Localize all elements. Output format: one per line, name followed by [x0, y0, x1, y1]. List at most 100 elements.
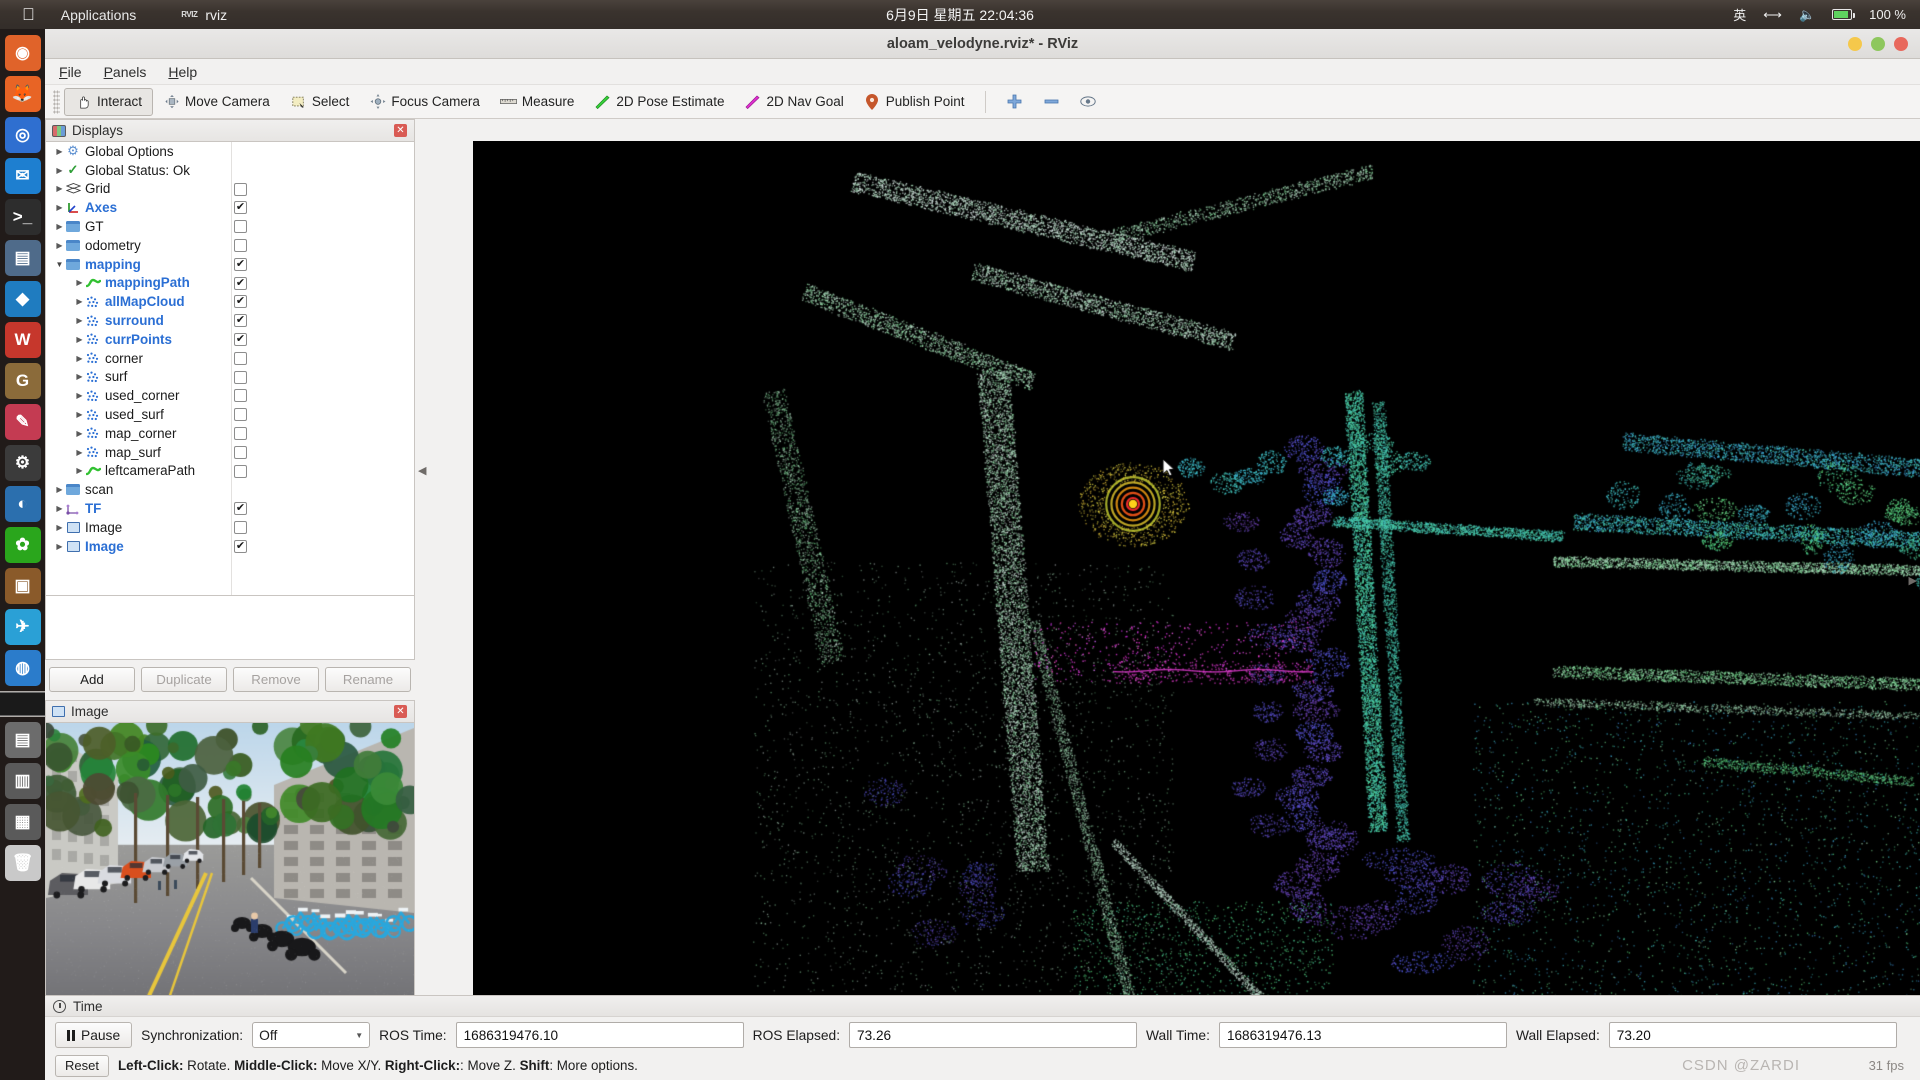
ros-time-field[interactable]: 1686319476.10 — [455, 1022, 744, 1048]
close-icon[interactable]: ✕ — [394, 705, 407, 718]
display-enable-checkbox[interactable] — [234, 520, 247, 534]
display-item-odometry-group[interactable]: ▶ odometry — [46, 236, 414, 255]
chevron-right-icon[interactable]: ▶ — [54, 203, 65, 212]
displays-tree[interactable]: ▶ ⚙ Global Options ▶ ✓ Global Status: Ok ▶ Grid… — [45, 141, 415, 596]
pause-button[interactable]: Pause — [55, 1022, 133, 1048]
tool-interact[interactable]: Interact — [64, 87, 154, 116]
wall-time-field[interactable]: 1686319476.13 — [1218, 1022, 1507, 1048]
chevron-right-icon[interactable]: ▶ — [54, 166, 65, 175]
display-enable-checkbox[interactable] — [234, 182, 247, 196]
close-icon[interactable]: ✕ — [394, 124, 407, 137]
camera-image-view[interactable] — [45, 722, 415, 1014]
display-enable-checkbox[interactable]: ✔ — [234, 539, 247, 553]
launcher-item-krita[interactable]: ✎ — [4, 404, 41, 440]
launcher-item-scanner[interactable]: ▦ — [4, 804, 41, 840]
chevron-right-icon[interactable]: ▶ — [54, 241, 65, 250]
chevron-right-icon[interactable]: ▶ — [54, 184, 65, 193]
launcher-item-trash[interactable]: 🗑 — [4, 845, 41, 881]
launcher-item-gimp[interactable]: G — [4, 363, 41, 399]
launcher-item-printer[interactable]: ▥ — [4, 763, 41, 799]
display-item-global-status[interactable]: ▶ ✓ Global Status: Ok — [46, 161, 414, 180]
launcher-item-archive-manager[interactable]: ▤ — [4, 722, 41, 758]
display-enable-checkbox[interactable] — [234, 408, 247, 422]
menu-file[interactable]: File — [59, 64, 82, 80]
display-item-image-2[interactable]: ▶ Image ✔ — [46, 537, 414, 556]
display-item-scan-group[interactable]: ▶ scan — [46, 480, 414, 499]
display-enable-checkbox[interactable] — [234, 238, 247, 252]
display-item-map-surf[interactable]: ▶ map_surf — [46, 443, 414, 462]
chevron-right-icon[interactable]: ▶ — [74, 466, 85, 475]
launcher-item-files[interactable]: ▤ — [4, 240, 41, 276]
tool-2d-nav-goal[interactable]: 2D Nav Goal — [734, 88, 853, 116]
applications-menu[interactable]: Applications — [61, 7, 137, 23]
launcher-item-firefox[interactable]: 🦊 — [4, 76, 41, 112]
chevron-right-icon[interactable]: ▶ — [74, 410, 85, 419]
launcher-item-settings[interactable]: ⚙ — [4, 445, 41, 481]
display-item-leftcamera-path[interactable]: ▶ leftcameraPath — [46, 462, 414, 481]
minimize-button[interactable] — [1848, 36, 1862, 51]
wall-elapsed-field[interactable]: 73.20 — [1608, 1022, 1897, 1048]
display-item-grid[interactable]: ▶ Grid — [46, 180, 414, 199]
chevron-down-icon[interactable]: ▼ — [54, 260, 65, 269]
chevron-right-icon[interactable]: ▶ — [54, 485, 65, 494]
toolbar-grip[interactable] — [53, 89, 60, 114]
tool-properties-button[interactable] — [1070, 88, 1107, 116]
maximize-button[interactable] — [1871, 36, 1885, 51]
chevron-right-icon[interactable]: ▶ — [74, 354, 85, 363]
input-method-indicator[interactable]: 英 — [1733, 5, 1746, 24]
chevron-right-icon[interactable]: ▶ — [54, 222, 65, 231]
chevron-right-icon[interactable]: ▶ — [74, 335, 85, 344]
dock-splitter-left-arrow[interactable]: ◀ — [418, 464, 426, 477]
menu-help[interactable]: Help — [168, 64, 197, 80]
chevron-right-icon[interactable]: ▶ — [74, 372, 85, 381]
display-enable-checkbox[interactable]: ✔ — [234, 295, 247, 309]
chevron-right-icon[interactable]: ▶ — [74, 391, 85, 400]
display-enable-checkbox[interactable]: ✔ — [234, 276, 247, 290]
display-enable-checkbox[interactable]: ✔ — [234, 257, 247, 271]
chevron-right-icon[interactable]: ▶ — [54, 147, 65, 156]
display-item-corner[interactable]: ▶ corner — [46, 349, 414, 368]
synchronization-select[interactable]: Off ▼ — [252, 1022, 371, 1048]
add-display-button[interactable]: Add — [49, 667, 135, 692]
display-item-surf[interactable]: ▶ surf — [46, 368, 414, 387]
launcher-item-wps-writer[interactable]: W — [4, 322, 41, 358]
chevron-right-icon[interactable]: ▶ — [74, 278, 85, 287]
chevron-right-icon[interactable]: ▶ — [74, 316, 85, 325]
apple-logo-icon[interactable]:  — [22, 6, 35, 23]
display-item-used-surf[interactable]: ▶ used_surf — [46, 405, 414, 424]
launcher-item-thunderbird[interactable]: ✉ — [4, 158, 41, 194]
display-item-mapping-group[interactable]: ▼ mapping ✔ — [46, 255, 414, 274]
reset-button[interactable]: Reset — [55, 1054, 109, 1077]
chevron-right-icon[interactable]: ▶ — [74, 448, 85, 457]
tool-2d-pose-estimate[interactable]: 2D Pose Estimate — [584, 88, 734, 116]
launcher-item-blender[interactable]: ◐ — [4, 486, 41, 522]
display-enable-checkbox[interactable] — [234, 389, 247, 403]
display-item-global-options[interactable]: ▶ ⚙ Global Options — [46, 142, 414, 161]
launcher-item-ros[interactable]: ◍ — [4, 650, 41, 686]
display-item-all-map-cloud[interactable]: ▶ allMapCloud ✔ — [46, 292, 414, 311]
network-icon[interactable]: ⟷ — [1763, 7, 1782, 23]
chevron-right-icon[interactable]: ▶ — [54, 523, 65, 532]
3d-point-cloud-view[interactable] — [473, 141, 1920, 1010]
launcher-item-wechat[interactable]: ✿ — [4, 527, 41, 563]
chevron-right-icon[interactable]: ▶ — [74, 297, 85, 306]
display-enable-checkbox[interactable]: ✔ — [234, 314, 247, 328]
launcher-item-remmina[interactable]: ▣ — [4, 568, 41, 604]
display-item-used-corner[interactable]: ▶ used_corner — [46, 386, 414, 405]
menu-panels[interactable]: Panels — [104, 64, 147, 80]
display-item-map-corner[interactable]: ▶ map_corner — [46, 424, 414, 443]
active-app-name[interactable]: rviz — [205, 7, 227, 23]
tool-select[interactable]: Select — [280, 88, 360, 116]
display-item-axes[interactable]: ▶ Axes ✔ — [46, 198, 414, 217]
ros-elapsed-field[interactable]: 73.26 — [849, 1022, 1138, 1048]
battery-icon[interactable] — [1832, 9, 1856, 20]
display-enable-checkbox[interactable] — [234, 464, 247, 478]
display-enable-checkbox[interactable]: ✔ — [234, 332, 247, 346]
tool-measure[interactable]: Measure — [490, 88, 585, 116]
display-enable-checkbox[interactable]: ✔ — [234, 502, 247, 516]
display-enable-checkbox[interactable] — [234, 220, 247, 234]
tool-focus-camera[interactable]: Focus Camera — [359, 88, 490, 116]
display-item-surround[interactable]: ▶ surround ✔ — [46, 311, 414, 330]
display-item-tf[interactable]: ▶ TF ✔ — [46, 499, 414, 518]
tool-publish-point[interactable]: Publish Point — [854, 88, 975, 116]
